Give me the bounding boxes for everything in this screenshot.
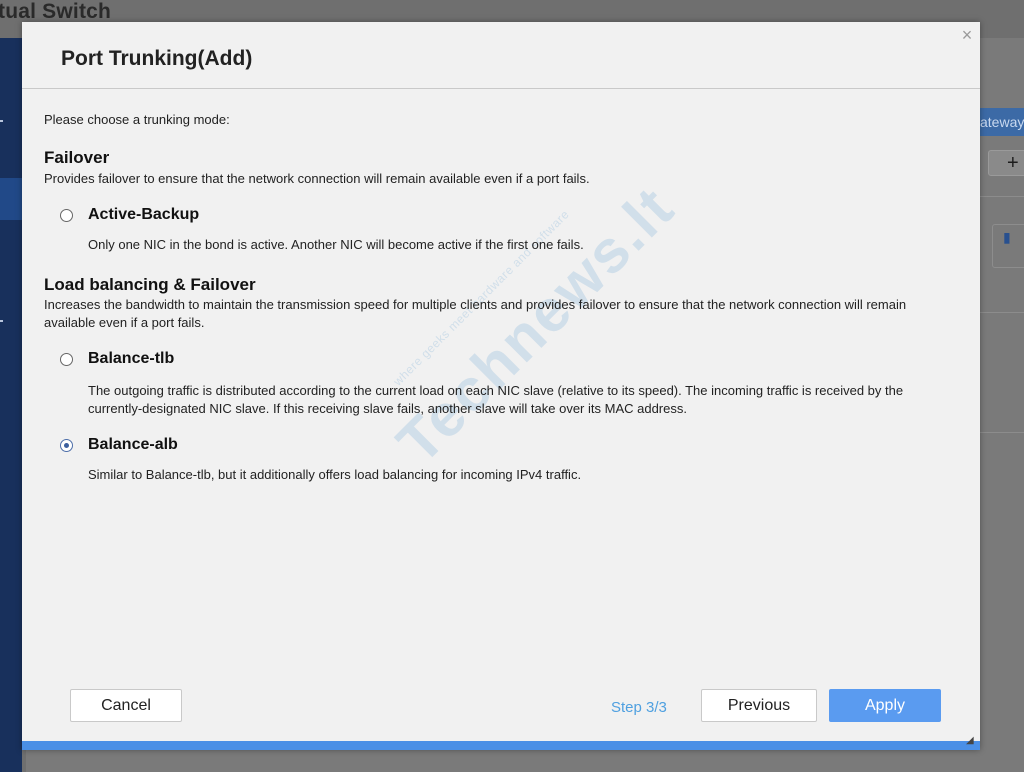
background-sidebar	[0, 38, 22, 772]
radio-active-backup[interactable]	[60, 209, 73, 222]
close-icon[interactable]: ×	[958, 26, 976, 44]
previous-button[interactable]: Previous	[701, 689, 817, 722]
background-bottom-strip	[26, 750, 980, 772]
radio-balance-alb[interactable]	[60, 439, 73, 452]
option-description-active-backup: Only one NIC in the bond is active. Anot…	[88, 237, 584, 252]
section-title-failover: Failover	[44, 148, 110, 167]
wizard-progress-bar	[22, 741, 980, 750]
cancel-button[interactable]: Cancel	[70, 689, 182, 722]
background-gateway-tab: ateway	[980, 108, 1024, 136]
port-trunking-dialog: Port Trunking(Add) × where geeks meet ha…	[22, 22, 980, 750]
option-label-active-backup[interactable]: Active-Backup	[88, 206, 199, 224]
background-window-title: tual Switch	[0, 0, 112, 23]
option-label-balance-tlb[interactable]: Balance-tlb	[88, 350, 174, 368]
option-label-balance-alb[interactable]: Balance-alb	[88, 436, 178, 454]
dialog-title: Port Trunking(Add)	[61, 47, 253, 70]
background-sidebar-marker	[0, 320, 3, 322]
background-sidebar-selected-item	[0, 178, 22, 220]
option-description-balance-alb: Similar to Balance-tlb, but it additiona…	[88, 467, 582, 482]
section-description-load-balancing: Increases the bandwidth to maintain the …	[44, 297, 907, 330]
section-description-failover: Provides failover to ensure that the net…	[44, 171, 590, 186]
background-content	[980, 38, 1024, 772]
trunking-mode-prompt: Please choose a trunking mode:	[44, 112, 230, 127]
background-divider	[980, 196, 1024, 197]
dialog-header: Port Trunking(Add)	[22, 22, 980, 89]
background-port-icon: ▮	[1003, 229, 1011, 245]
background-divider	[980, 312, 1024, 313]
section-title-load-balancing: Load balancing & Failover	[44, 275, 256, 294]
background-divider	[980, 432, 1024, 433]
step-indicator: Step 3/3	[611, 699, 667, 716]
radio-balance-tlb[interactable]	[60, 353, 73, 366]
wizard-progress-fill	[22, 741, 980, 750]
background-sidebar-marker	[0, 120, 3, 122]
option-description-balance-tlb: The outgoing traffic is distributed acco…	[88, 383, 904, 416]
background-add-button: +	[988, 150, 1024, 176]
resize-grip-icon[interactable]: ◢	[966, 736, 976, 746]
apply-button[interactable]: Apply	[829, 689, 941, 722]
